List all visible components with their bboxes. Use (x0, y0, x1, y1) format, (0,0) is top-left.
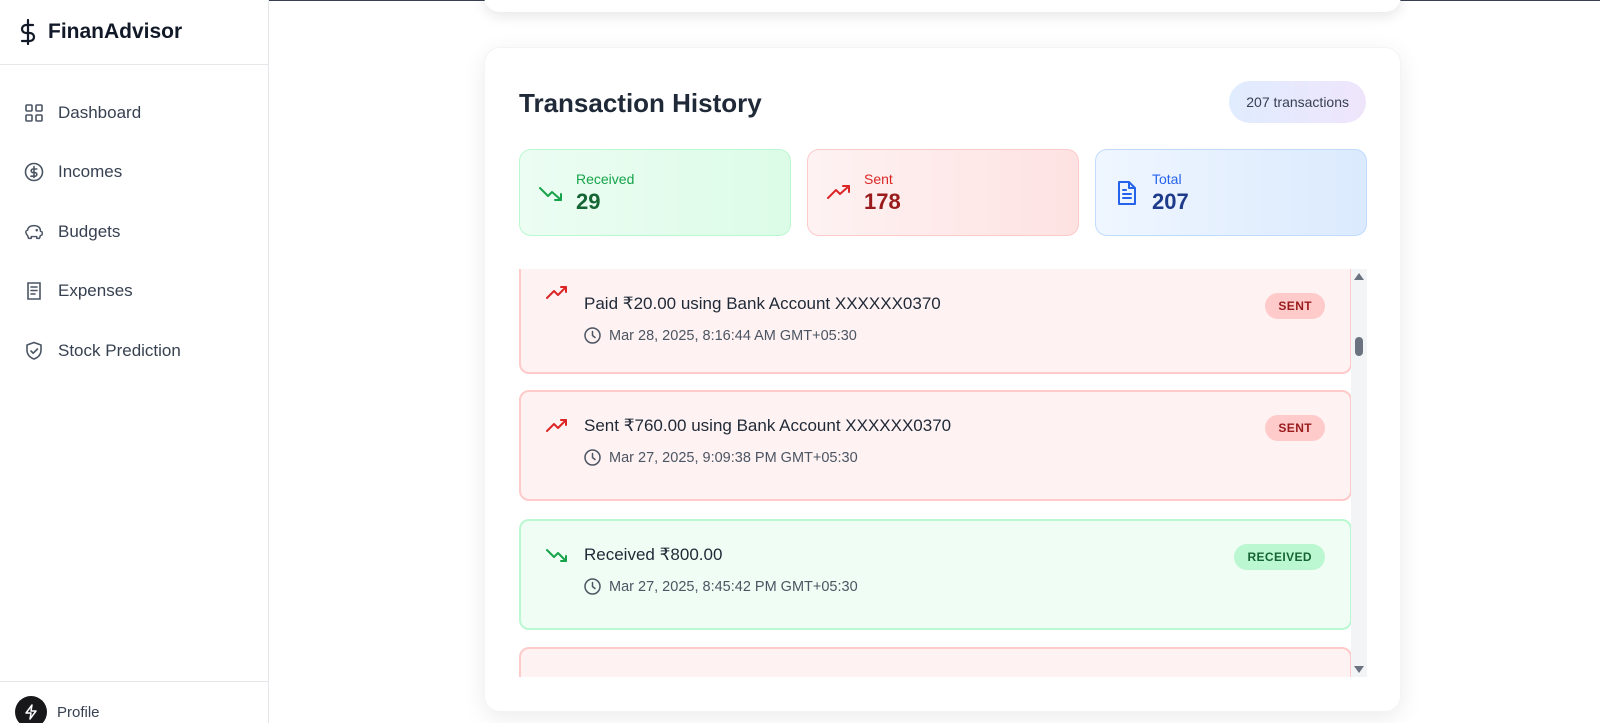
scrollbar-thumb[interactable] (1355, 337, 1363, 356)
stat-value: 178 (864, 188, 901, 214)
brand[interactable]: FinanAdvisor (0, 0, 268, 65)
sidebar-item-label: Incomes (58, 162, 123, 182)
sent-stat-card: Sent 178 (807, 149, 1079, 236)
transaction-item[interactable]: Paid ₹20.00 using Bank Account XXXXXX037… (519, 269, 1352, 374)
sidebar-item-incomes[interactable]: Incomes (0, 143, 268, 203)
document-icon (1114, 180, 1140, 206)
transaction-description: Received ₹800.00 (584, 545, 723, 564)
trending-down-icon (546, 549, 567, 562)
sidebar-item-label: Stock Prediction (58, 340, 181, 360)
sidebar-item-label: Dashboard (58, 102, 142, 122)
transaction-item[interactable] (519, 647, 1352, 677)
transaction-count-badge: 207 transactions (1229, 81, 1366, 123)
trending-up-icon (826, 180, 852, 206)
stat-label: Sent (864, 170, 893, 187)
status-badge: SENT (1265, 415, 1325, 441)
avatar (15, 695, 47, 723)
transaction-time: Mar 27, 2025, 9:09:38 PM GMT+05:30 (584, 449, 858, 466)
clock-icon (584, 578, 601, 595)
scroll-up-icon[interactable] (1354, 273, 1364, 280)
previous-card (484, 0, 1401, 12)
stat-label: Total (1152, 170, 1182, 187)
transaction-list[interactable]: Paid ₹20.00 using Bank Account XXXXXX037… (519, 269, 1367, 677)
transaction-history-card: Transaction History 207 transactions Rec… (484, 47, 1401, 712)
transaction-description: Sent ₹760.00 using Bank Account XXXXXX03… (584, 416, 952, 435)
status-badge: RECEIVED (1234, 544, 1325, 570)
trending-down-icon (538, 180, 564, 206)
transaction-time: Mar 27, 2025, 8:45:42 PM GMT+05:30 (584, 578, 858, 595)
sidebar: FinanAdvisor Dashboard Incomes Budgets E… (0, 0, 269, 723)
transaction-time: Mar 28, 2025, 8:16:44 AM GMT+05:30 (584, 327, 857, 344)
page-title: Transaction History (519, 88, 762, 118)
scrollbar[interactable] (1351, 269, 1367, 677)
dollar-icon (18, 19, 38, 45)
transaction-item[interactable]: Sent ₹760.00 using Bank Account XXXXXX03… (519, 390, 1352, 501)
transaction-timestamp: Mar 27, 2025, 9:09:38 PM GMT+05:30 (609, 449, 858, 466)
status-badge: SENT (1265, 293, 1325, 319)
scroll-down-icon[interactable] (1354, 666, 1364, 673)
received-stat-card: Received 29 (519, 149, 791, 236)
transaction-description: Paid ₹20.00 using Bank Account XXXXXX037… (584, 294, 941, 313)
sidebar-item-stock-prediction[interactable]: Stock Prediction (0, 321, 268, 381)
sidebar-item-expenses[interactable]: Expenses (0, 262, 268, 322)
stat-value: 207 (1152, 188, 1189, 214)
stat-label: Received (576, 170, 635, 187)
dollar-circle-icon (24, 162, 44, 182)
transaction-timestamp: Mar 28, 2025, 8:16:44 AM GMT+05:30 (609, 327, 857, 344)
total-stat-card: Total 207 (1095, 149, 1367, 236)
grid-icon (24, 103, 44, 123)
profile-label: Profile (57, 704, 100, 721)
sidebar-nav: Dashboard Incomes Budgets Expenses Stock… (0, 65, 268, 381)
shield-check-icon (24, 341, 44, 361)
sidebar-item-label: Budgets (58, 221, 121, 241)
trending-up-icon (546, 419, 567, 432)
transaction-item[interactable]: Received ₹800.00 Mar 27, 2025, 8:45:42 P… (519, 519, 1352, 630)
app-name: FinanAdvisor (48, 20, 183, 43)
transaction-timestamp: Mar 27, 2025, 8:45:42 PM GMT+05:30 (609, 578, 858, 595)
sidebar-item-budgets[interactable]: Budgets (0, 202, 268, 262)
clock-icon (584, 327, 601, 344)
profile-link[interactable]: Profile (0, 681, 268, 723)
clock-icon (584, 449, 601, 466)
trending-up-icon (546, 286, 567, 299)
sidebar-item-dashboard[interactable]: Dashboard (0, 83, 268, 143)
receipt-icon (24, 281, 44, 301)
stat-value: 29 (576, 188, 601, 214)
sidebar-item-label: Expenses (58, 281, 133, 301)
piggy-bank-icon (24, 222, 44, 242)
